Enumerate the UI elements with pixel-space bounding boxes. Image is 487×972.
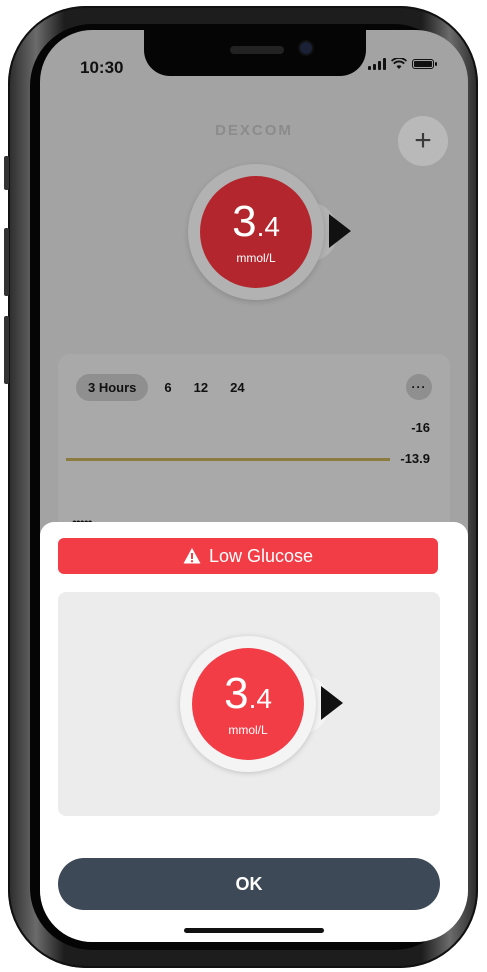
y-tick-high: -16 [411,420,430,435]
wifi-icon [391,58,407,69]
tab-24-hours[interactable]: 24 [224,374,250,401]
time-range-tabs: 3 Hours 6 12 24 [76,374,251,401]
y-tick-target: -13.9 [400,451,430,466]
speaker [230,46,284,54]
more-options-button[interactable]: ··· [406,374,432,400]
volume-down-button [4,316,9,384]
low-glucose-alert-sheet: Low Glucose 3.4 mmol/L OK [40,522,468,942]
glucose-reading: 3.4 [232,196,280,246]
signal-icon [368,58,386,70]
notch [144,30,366,76]
add-button[interactable]: + [398,116,448,166]
silent-switch [4,156,9,190]
front-camera [300,42,312,54]
volume-up-button [4,228,9,296]
alert-reading-panel: 3.4 mmol/L [58,592,440,816]
tab-12-hours[interactable]: 12 [188,374,214,401]
trend-arrow-right-icon [321,686,343,720]
target-range-line [66,458,390,461]
ok-button[interactable]: OK [58,858,440,910]
trend-arrow-right-icon [329,214,351,248]
warning-triangle-icon [183,548,201,564]
home-indicator[interactable] [184,928,324,933]
gauge-circle: 3.4 mmol/L [200,176,312,288]
alert-title: Low Glucose [208,545,314,566]
gauge-circle: 3.4 mmol/L [192,648,304,760]
alert-banner: Low Glucose [58,538,438,574]
battery-icon [412,59,437,69]
screen: 10:30 DEXCOM + 3.4 mmol/L 3 Hours 6 12 2… [40,30,468,942]
tab-6-hours[interactable]: 6 [158,374,177,401]
glucose-unit: mmol/L [236,250,276,265]
status-icons [368,58,437,70]
status-time: 10:30 [80,58,124,77]
glucose-reading: 3.4 [224,668,272,718]
tab-3-hours[interactable]: 3 Hours [76,374,149,401]
glucose-unit: mmol/L [228,722,268,737]
